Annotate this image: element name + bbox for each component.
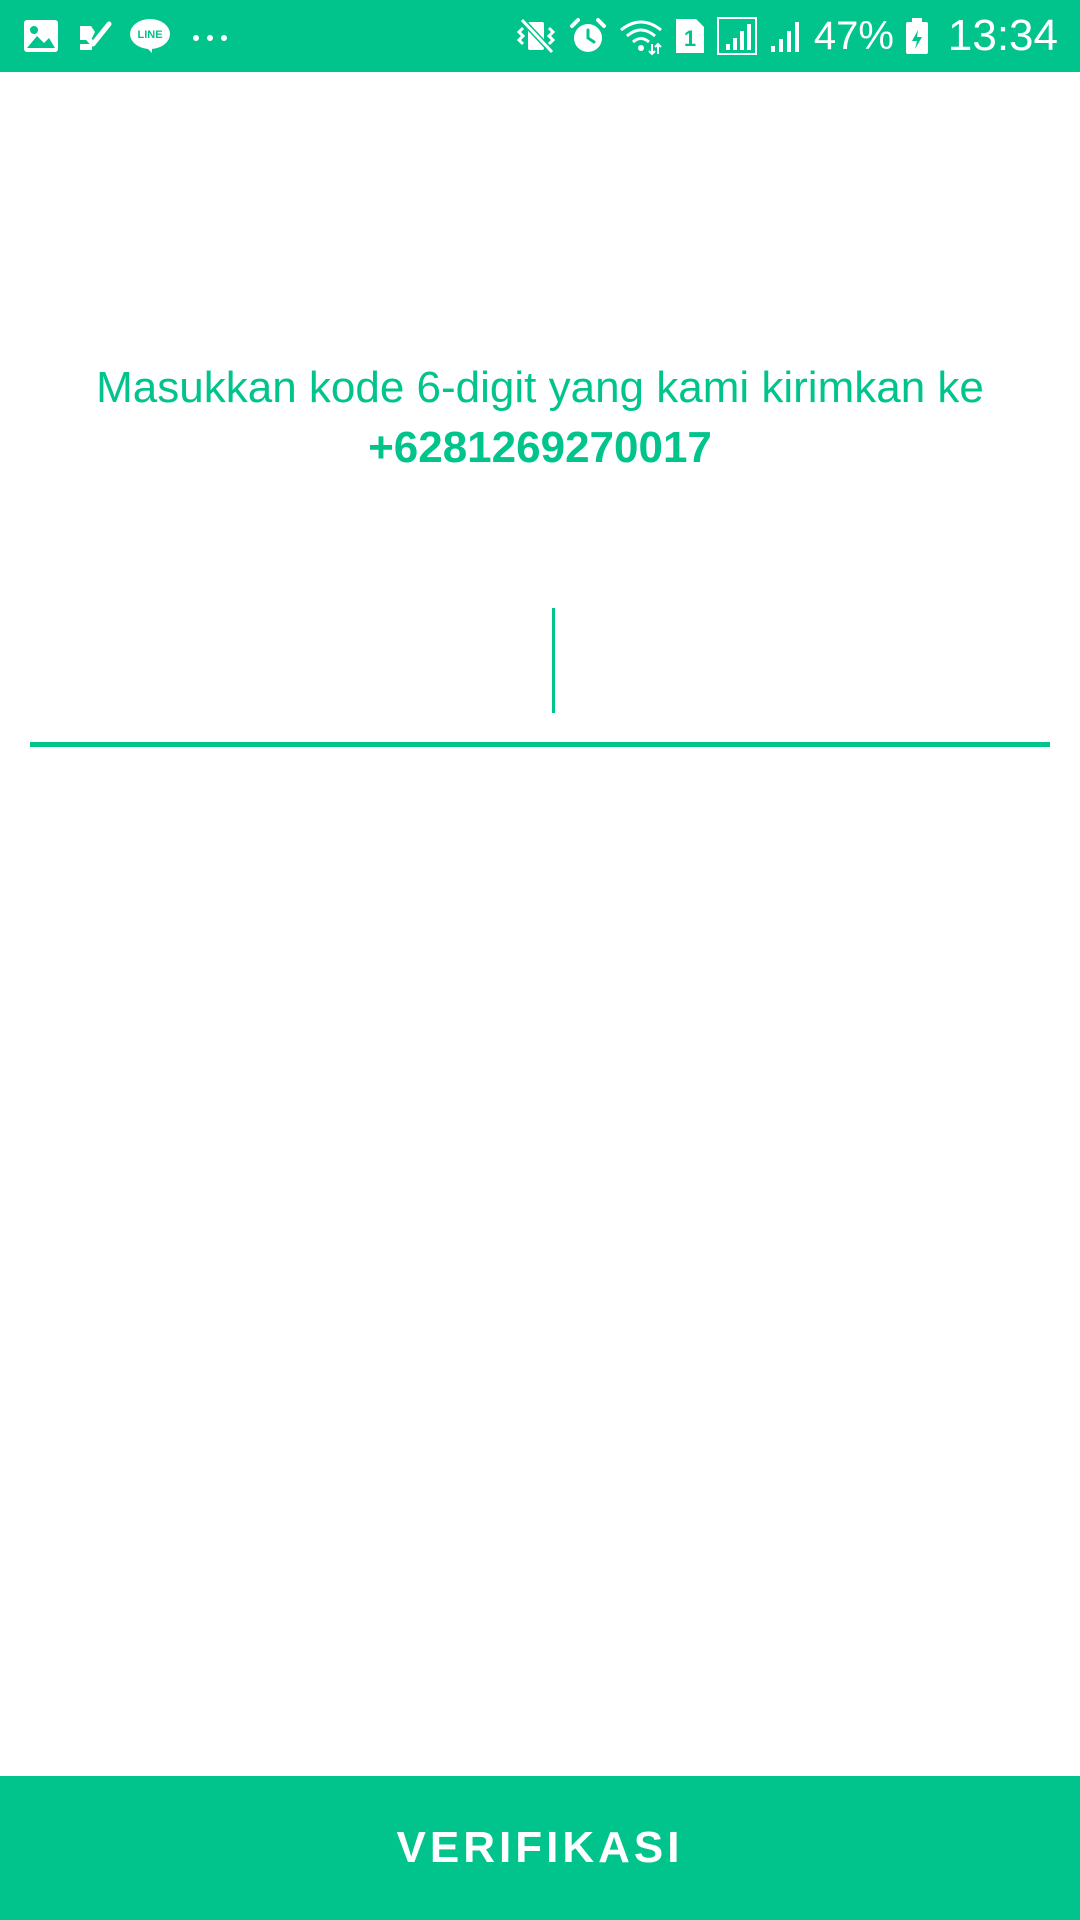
verification-screen: LINE 1 47% 13:34 Masukkan kode 6-digit y… xyxy=(0,0,1080,1920)
phone-number: +6281269270017 xyxy=(368,423,712,472)
verify-button-label: VERIFIKASI xyxy=(396,1823,684,1872)
line-logo-text: LINE xyxy=(137,29,162,41)
line-app-icon: LINE xyxy=(128,17,172,55)
status-bar-right: 1 47% 13:34 xyxy=(516,14,1058,58)
signal-2-icon xyxy=(768,16,804,56)
gallery-icon xyxy=(22,18,60,54)
prompt-message: Masukkan kode 6-digit yang kami kirimkan… xyxy=(96,363,984,412)
status-bar: LINE 1 47% 13:34 xyxy=(0,0,1080,72)
code-input-underline xyxy=(30,742,1050,747)
battery-charging-icon xyxy=(904,16,930,56)
code-input[interactable] xyxy=(30,590,1054,742)
verify-button[interactable]: VERIFIKASI xyxy=(0,1776,1080,1920)
alarm-icon xyxy=(568,16,608,56)
vibrate-mute-icon xyxy=(516,16,558,56)
clock: 13:34 xyxy=(947,11,1058,60)
wifi-icon xyxy=(618,16,664,56)
sim-label: 1 xyxy=(684,26,696,51)
text-cursor xyxy=(552,608,555,713)
verification-prompt: Masukkan kode 6-digit yang kami kirimkan… xyxy=(0,358,1080,478)
code-field[interactable] xyxy=(30,590,1054,750)
signal-icon xyxy=(716,16,758,56)
more-dots-icon xyxy=(188,18,232,54)
sim-1-icon: 1 xyxy=(674,17,706,55)
task-check-icon xyxy=(76,18,112,54)
status-bar-left: LINE xyxy=(22,17,232,55)
battery-percent: 47% xyxy=(813,14,894,58)
